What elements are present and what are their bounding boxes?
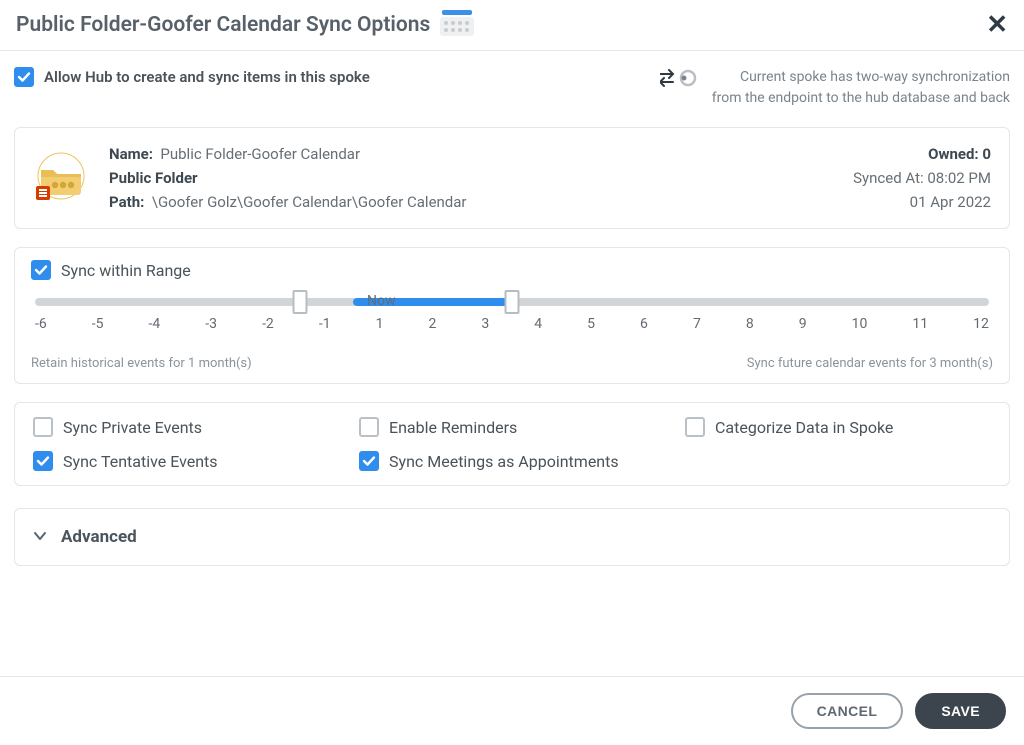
option-sync-tentative: Sync Tentative Events: [33, 451, 339, 471]
chevron-down-icon: [33, 528, 47, 547]
allow-left: Allow Hub to create and sync items in th…: [14, 67, 660, 87]
save-button[interactable]: SAVE: [915, 693, 1006, 729]
future-text: Sync future calendar events for 3 month(…: [747, 356, 993, 371]
sync-options-dialog: Public Folder-Goofer Calendar Sync Optio…: [0, 0, 1024, 745]
tick: -6: [35, 316, 47, 332]
categorize-checkbox[interactable]: [685, 417, 705, 437]
advanced-section[interactable]: Advanced: [14, 508, 1010, 566]
titlebar: Public Folder-Goofer Calendar Sync Optio…: [0, 0, 1024, 51]
sync-private-checkbox[interactable]: [33, 417, 53, 437]
tick: 7: [693, 316, 701, 332]
cancel-button[interactable]: CANCEL: [791, 693, 904, 729]
meta-owned: Owned: 0: [853, 142, 991, 166]
tick: -2: [262, 316, 274, 332]
tick: 3: [481, 316, 489, 332]
enable-rem-label: Enable Reminders: [389, 418, 517, 437]
two-way-sync-icon: [660, 69, 698, 91]
allow-label: Allow Hub to create and sync items in th…: [44, 68, 370, 86]
dialog-footer: CANCEL SAVE: [0, 676, 1024, 745]
meta-path-value: \Goofer Golz\Goofer Calendar\Goofer Cale…: [152, 193, 467, 211]
option-sync-private: Sync Private Events: [33, 417, 339, 437]
sync-private-label: Sync Private Events: [63, 418, 202, 437]
sync-meetings-checkbox[interactable]: [359, 451, 379, 471]
sync-info: Current spoke has two-way synchronizatio…: [660, 67, 1010, 109]
dialog-title: Public Folder-Goofer Calendar Sync Optio…: [16, 13, 430, 37]
now-label: Now: [367, 293, 396, 309]
enable-rem-checkbox[interactable]: [359, 417, 379, 437]
tick: 11: [912, 316, 928, 332]
option-enable-rem: Enable Reminders: [359, 417, 665, 437]
slider-handle-high[interactable]: [505, 290, 520, 314]
dialog-content: Allow Hub to create and sync items in th…: [0, 51, 1024, 676]
meta-synced: Synced At: 08:02 PM: [853, 166, 991, 190]
slider-handle-low[interactable]: [293, 290, 308, 314]
sync-tentative-checkbox[interactable]: [33, 451, 53, 471]
sync-summary: Current spoke has two-way synchronizatio…: [712, 67, 1010, 109]
meta-right: Owned: 0 Synced At: 08:02 PM 01 Apr 2022: [853, 142, 991, 214]
meta-synced-time: 08:02 PM: [927, 169, 991, 187]
tick: 9: [799, 316, 807, 332]
meta-path-label: Path:: [109, 193, 144, 211]
meta-name-value: Public Folder-Goofer Calendar: [160, 145, 360, 163]
option-sync-meetings: Sync Meetings as Appointments: [359, 451, 665, 471]
allow-row: Allow Hub to create and sync items in th…: [14, 67, 1010, 109]
meta-owned-value: 0: [982, 145, 991, 163]
sync-summary-line2: from the endpoint to the hub database an…: [712, 88, 1010, 109]
meta-path: Path: \Goofer Golz\Goofer Calendar\Goofe…: [109, 190, 853, 214]
sync-range-checkbox[interactable]: [31, 260, 51, 280]
tick: -3: [205, 316, 217, 332]
retain-text: Retain historical events for 1 month(s): [31, 356, 252, 371]
advanced-label: Advanced: [61, 527, 137, 547]
public-folder-icon: [33, 152, 91, 204]
tick: 6: [640, 316, 648, 332]
meta-name: Name: Public Folder-Goofer Calendar: [109, 142, 853, 166]
tick: 2: [428, 316, 436, 332]
tick: 4: [534, 316, 542, 332]
tick: 8: [746, 316, 754, 332]
tick: -5: [92, 316, 104, 332]
meta-type: Public Folder: [109, 166, 853, 190]
meta-synced-label: Synced At:: [853, 169, 923, 187]
range-footer: Retain historical events for 1 month(s) …: [31, 356, 993, 371]
sync-range-card: Sync within Range Now -6-5-4-3-2-1123456…: [14, 247, 1010, 384]
tick: -4: [149, 316, 161, 332]
sync-tentative-label: Sync Tentative Events: [63, 452, 218, 471]
tick: 12: [973, 316, 989, 332]
tick: 1: [376, 316, 384, 332]
slider-ticks: -6-5-4-3-2-1123456789101112: [35, 316, 989, 332]
sync-range-label: Sync within Range: [61, 261, 191, 280]
categorize-label: Categorize Data in Spoke: [715, 418, 893, 437]
meta-name-label: Name:: [109, 145, 153, 163]
close-icon[interactable]: ✕: [986, 12, 1008, 38]
option-categorize: Categorize Data in Spoke: [685, 417, 991, 437]
tick: 10: [852, 316, 868, 332]
tick: -1: [319, 316, 331, 332]
calendar-icon: [440, 10, 474, 40]
meta-left: Name: Public Folder-Goofer Calendar Publ…: [109, 142, 853, 214]
meta-type-value: Public Folder: [109, 169, 198, 187]
range-slider[interactable]: Now -6-5-4-3-2-1123456789101112: [35, 292, 989, 336]
range-header: Sync within Range: [31, 260, 993, 280]
meta-synced-date: 01 Apr 2022: [853, 190, 991, 214]
meta-owned-label: Owned:: [928, 145, 979, 163]
sync-meetings-label: Sync Meetings as Appointments: [389, 452, 619, 471]
options-card: Sync Private Events Sync Tentative Events…: [14, 402, 1010, 486]
sync-summary-line1: Current spoke has two-way synchronizatio…: [712, 67, 1010, 88]
folder-meta-card: Name: Public Folder-Goofer Calendar Publ…: [14, 127, 1010, 229]
allow-checkbox[interactable]: [14, 67, 34, 87]
tick: 5: [587, 316, 595, 332]
